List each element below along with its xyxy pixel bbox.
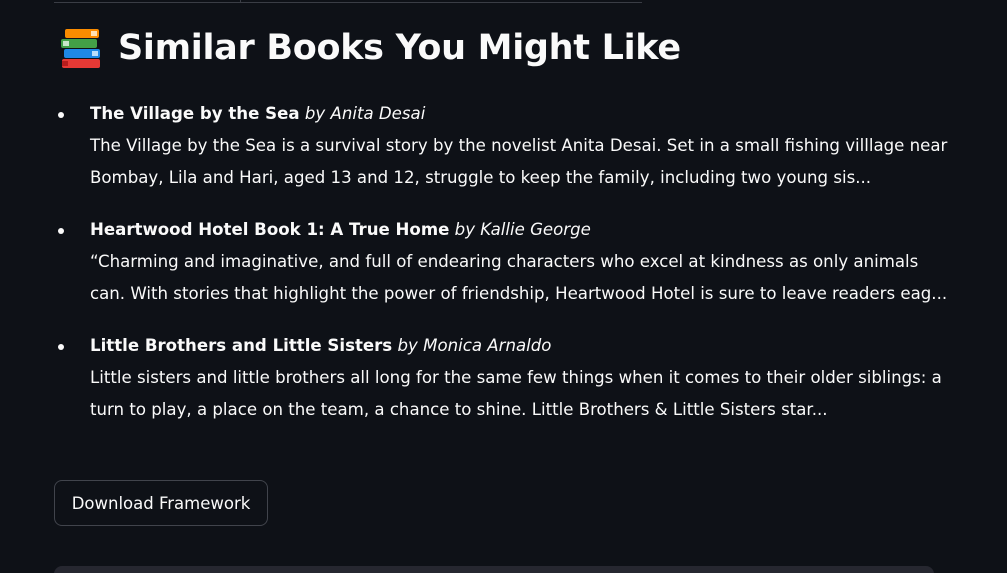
- top-divider: [54, 0, 642, 3]
- book-author-prefix: by: [304, 104, 326, 123]
- book-author-prefix: by: [454, 220, 476, 239]
- book-description: “Charming and imaginative, and full of e…: [90, 252, 948, 303]
- list-bullet: [58, 228, 64, 234]
- book-author-prefix: by: [397, 336, 418, 355]
- book-author: Monica Arnaldo: [423, 336, 552, 355]
- book-author: Anita Desai: [330, 104, 426, 123]
- book-author: Kallie George: [480, 220, 591, 239]
- bottom-panel: [54, 566, 934, 573]
- book-title: The Village by the Sea: [90, 104, 300, 123]
- books-icon: [58, 25, 104, 71]
- page: Similar Books You Might Like The Village…: [0, 0, 1007, 573]
- page-title: Similar Books You Might Like: [118, 28, 681, 68]
- book-item: Heartwood Hotel Book 1: A True Home by K…: [54, 214, 954, 310]
- book-description: Little sisters and little brothers all l…: [90, 368, 942, 419]
- book-item: Little Brothers and Little Sisters by Mo…: [54, 330, 954, 426]
- book-title: Little Brothers and Little Sisters: [90, 336, 393, 355]
- book-list: The Village by the Sea by Anita Desai Th…: [54, 98, 954, 446]
- book-item: The Village by the Sea by Anita Desai Th…: [54, 98, 954, 194]
- list-bullet: [58, 344, 64, 350]
- book-description: The Village by the Sea is a survival sto…: [90, 136, 948, 187]
- list-bullet: [58, 112, 64, 118]
- book-title: Heartwood Hotel Book 1: A True Home: [90, 220, 450, 239]
- divider-tick: [240, 0, 241, 2]
- download-framework-button[interactable]: Download Framework: [54, 480, 268, 526]
- section-heading: Similar Books You Might Like: [58, 25, 681, 71]
